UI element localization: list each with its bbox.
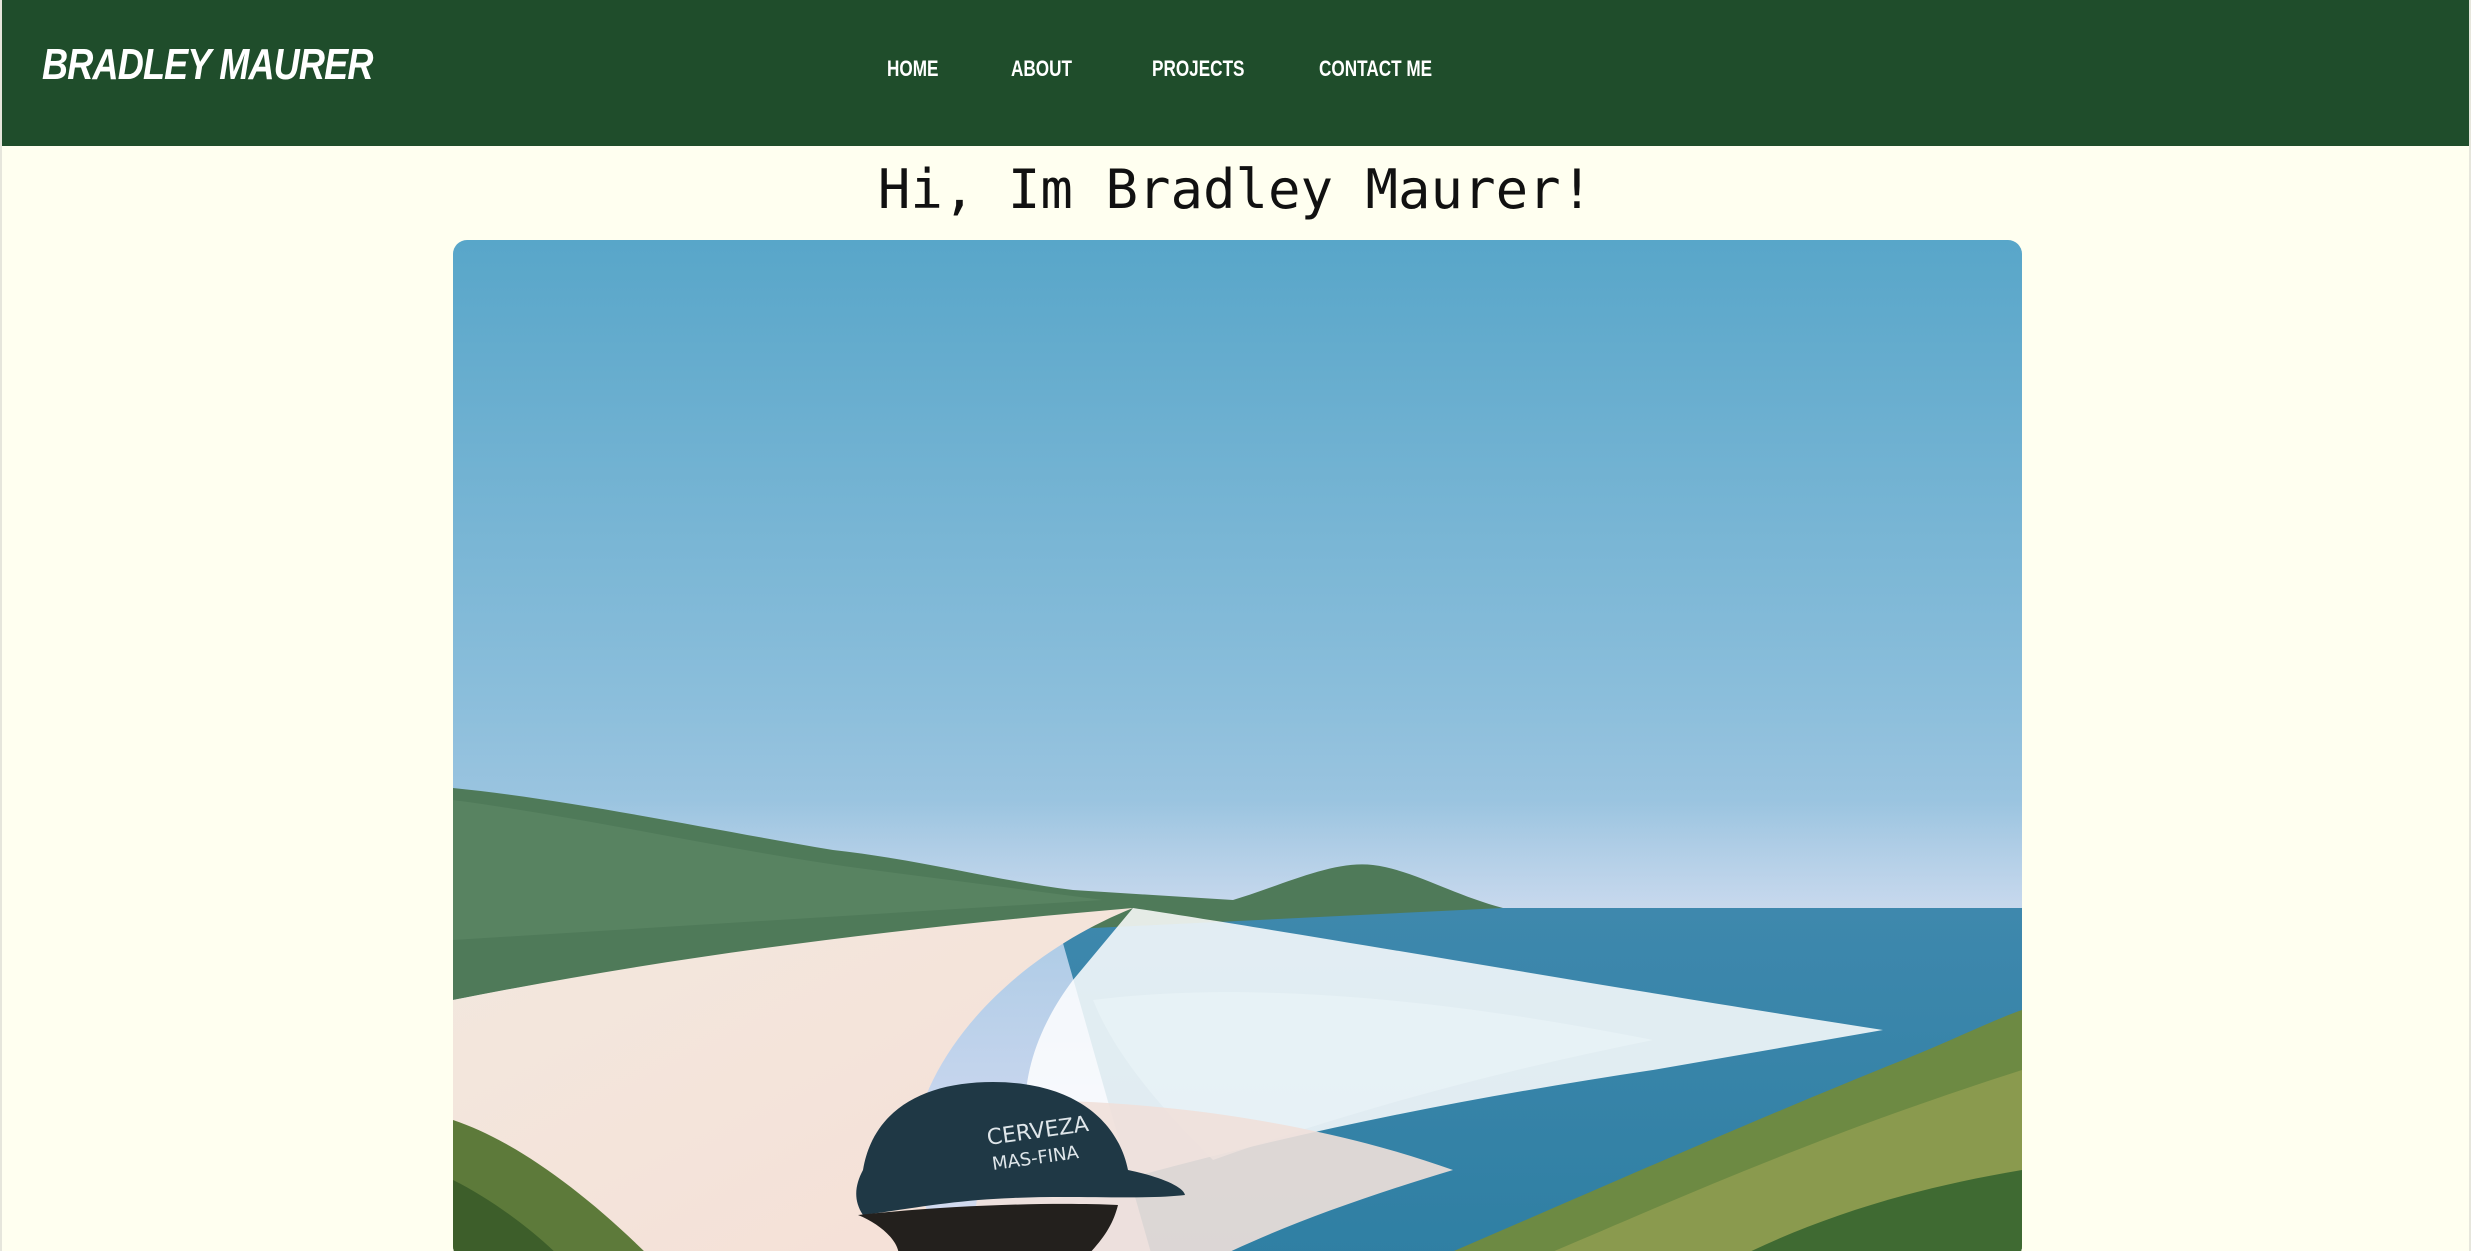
brand-logo-link[interactable]: BRADLEY MAURER xyxy=(42,40,373,90)
hero-photo: CERVEZA MAS-FINA xyxy=(453,240,2022,1251)
page: BRADLEY MAURER HOME ABOUT PROJECTS CONTA… xyxy=(0,0,2471,1251)
nav-link-about[interactable]: ABOUT xyxy=(1011,56,1072,82)
nav-link-home[interactable]: HOME xyxy=(887,56,938,82)
beach-portrait-photo: CERVEZA MAS-FINA xyxy=(453,240,2022,1251)
nav-link-projects[interactable]: PROJECTS xyxy=(1152,56,1245,82)
nav-link-contact[interactable]: CONTACT ME xyxy=(1319,56,1432,82)
navbar: BRADLEY MAURER HOME ABOUT PROJECTS CONTA… xyxy=(2,0,2469,146)
hero-title: Hi, Im Bradley Maurer! xyxy=(877,158,1594,221)
